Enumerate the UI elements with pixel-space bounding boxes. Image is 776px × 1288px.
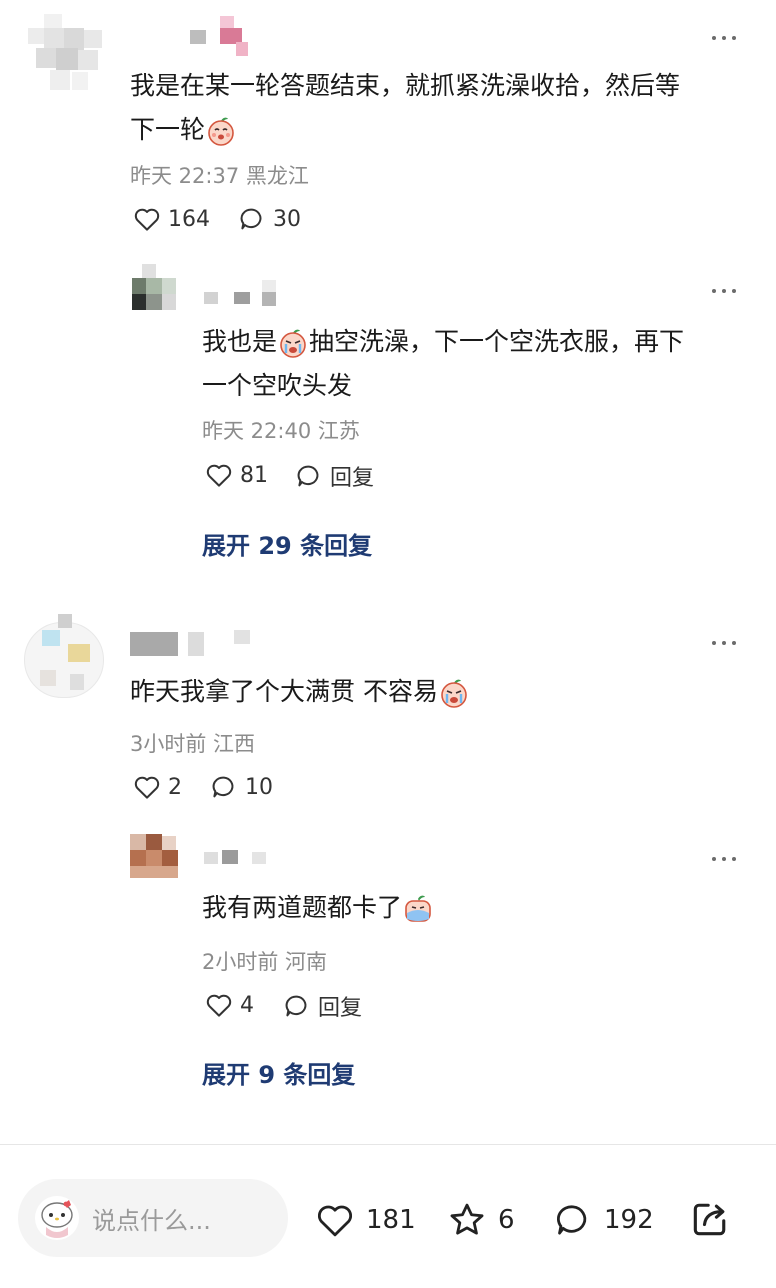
- comments-button[interactable]: 192: [552, 1199, 654, 1241]
- like-button[interactable]: 81: [204, 460, 268, 490]
- heart-icon: [206, 994, 232, 1017]
- more-icon[interactable]: [704, 638, 736, 648]
- heart-icon: [134, 776, 160, 799]
- reply-count: 10: [245, 774, 273, 800]
- comment-meta: 3小时前 江西: [130, 732, 256, 756]
- comment-icon: [212, 776, 234, 798]
- post-like-count: 181: [366, 1205, 416, 1235]
- reply-label: 回复: [330, 466, 375, 491]
- expand-replies-link[interactable]: 展开 9 条回复: [202, 1055, 355, 1090]
- reply-meta: 2小时前 河南: [202, 950, 328, 974]
- like-button[interactable]: 4: [204, 990, 254, 1020]
- comment-text: 我是在某一轮答题结束，就抓紧洗澡收拾，然后等 下一轮: [130, 64, 750, 152]
- comment-input[interactable]: 说点什么...: [18, 1179, 288, 1257]
- share-icon: [693, 1203, 726, 1236]
- comment-icon: [285, 995, 307, 1017]
- bottom-bar: 说点什么... 181 6 192: [0, 1145, 776, 1288]
- heart-icon: [134, 208, 160, 231]
- favorite-button[interactable]: 6: [446, 1199, 515, 1241]
- heart-icon: [206, 464, 232, 487]
- crying-emoji-icon: [405, 895, 431, 922]
- reply-meta: 昨天 22:40 江苏: [202, 419, 360, 443]
- username[interactable]: [204, 848, 274, 868]
- username[interactable]: [186, 14, 256, 58]
- more-icon[interactable]: [704, 286, 736, 296]
- peach-emoji-icon: [208, 117, 234, 146]
- comment-input-placeholder: 说点什么...: [92, 1206, 211, 1235]
- avatar[interactable]: [28, 14, 104, 94]
- star-icon: [450, 1203, 484, 1235]
- more-icon[interactable]: [704, 33, 736, 43]
- more-icon[interactable]: [704, 854, 736, 864]
- comment-meta: 昨天 22:37 黑龙江: [130, 164, 309, 188]
- crying-emoji-icon: [280, 329, 306, 358]
- comment-button[interactable]: 30: [237, 204, 301, 234]
- username[interactable]: [204, 280, 284, 310]
- user-avatar-icon: [35, 1196, 79, 1240]
- reply-text: 我也是 抽空洗澡，下一个空洗衣服，再下 一个空吹头发: [202, 327, 685, 400]
- crying-emoji-icon: [441, 679, 467, 708]
- like-button[interactable]: 2: [132, 772, 182, 802]
- reply-text: 我有两道题都卡了: [202, 886, 752, 930]
- comment-text: 昨天我拿了个大满贯 不容易: [130, 670, 750, 714]
- avatar[interactable]: [24, 614, 104, 698]
- like-count: 2: [168, 774, 182, 800]
- username[interactable]: [130, 628, 260, 660]
- post-comment-count: 192: [604, 1205, 654, 1235]
- reply-label: 回复: [318, 996, 363, 1021]
- comment-icon: [240, 208, 262, 230]
- favorite-count: 6: [498, 1205, 515, 1235]
- like-count: 4: [240, 992, 254, 1018]
- comment-icon: [556, 1205, 587, 1235]
- like-count: 164: [168, 206, 210, 232]
- reply-button[interactable]: 回复: [294, 460, 374, 492]
- like-button[interactable]: 164: [132, 204, 210, 234]
- comment-button[interactable]: 10: [209, 772, 273, 802]
- like-post-button[interactable]: 181: [314, 1199, 416, 1241]
- share-button[interactable]: [688, 1197, 732, 1245]
- avatar[interactable]: [130, 834, 180, 880]
- expand-replies-link[interactable]: 展开 29 条回复: [202, 526, 372, 561]
- avatar[interactable]: [130, 264, 180, 316]
- reply-button[interactable]: 回复: [282, 990, 362, 1022]
- comment-icon: [297, 465, 319, 487]
- like-count: 81: [240, 462, 268, 488]
- heart-icon: [317, 1205, 353, 1237]
- reply-count: 30: [273, 206, 301, 232]
